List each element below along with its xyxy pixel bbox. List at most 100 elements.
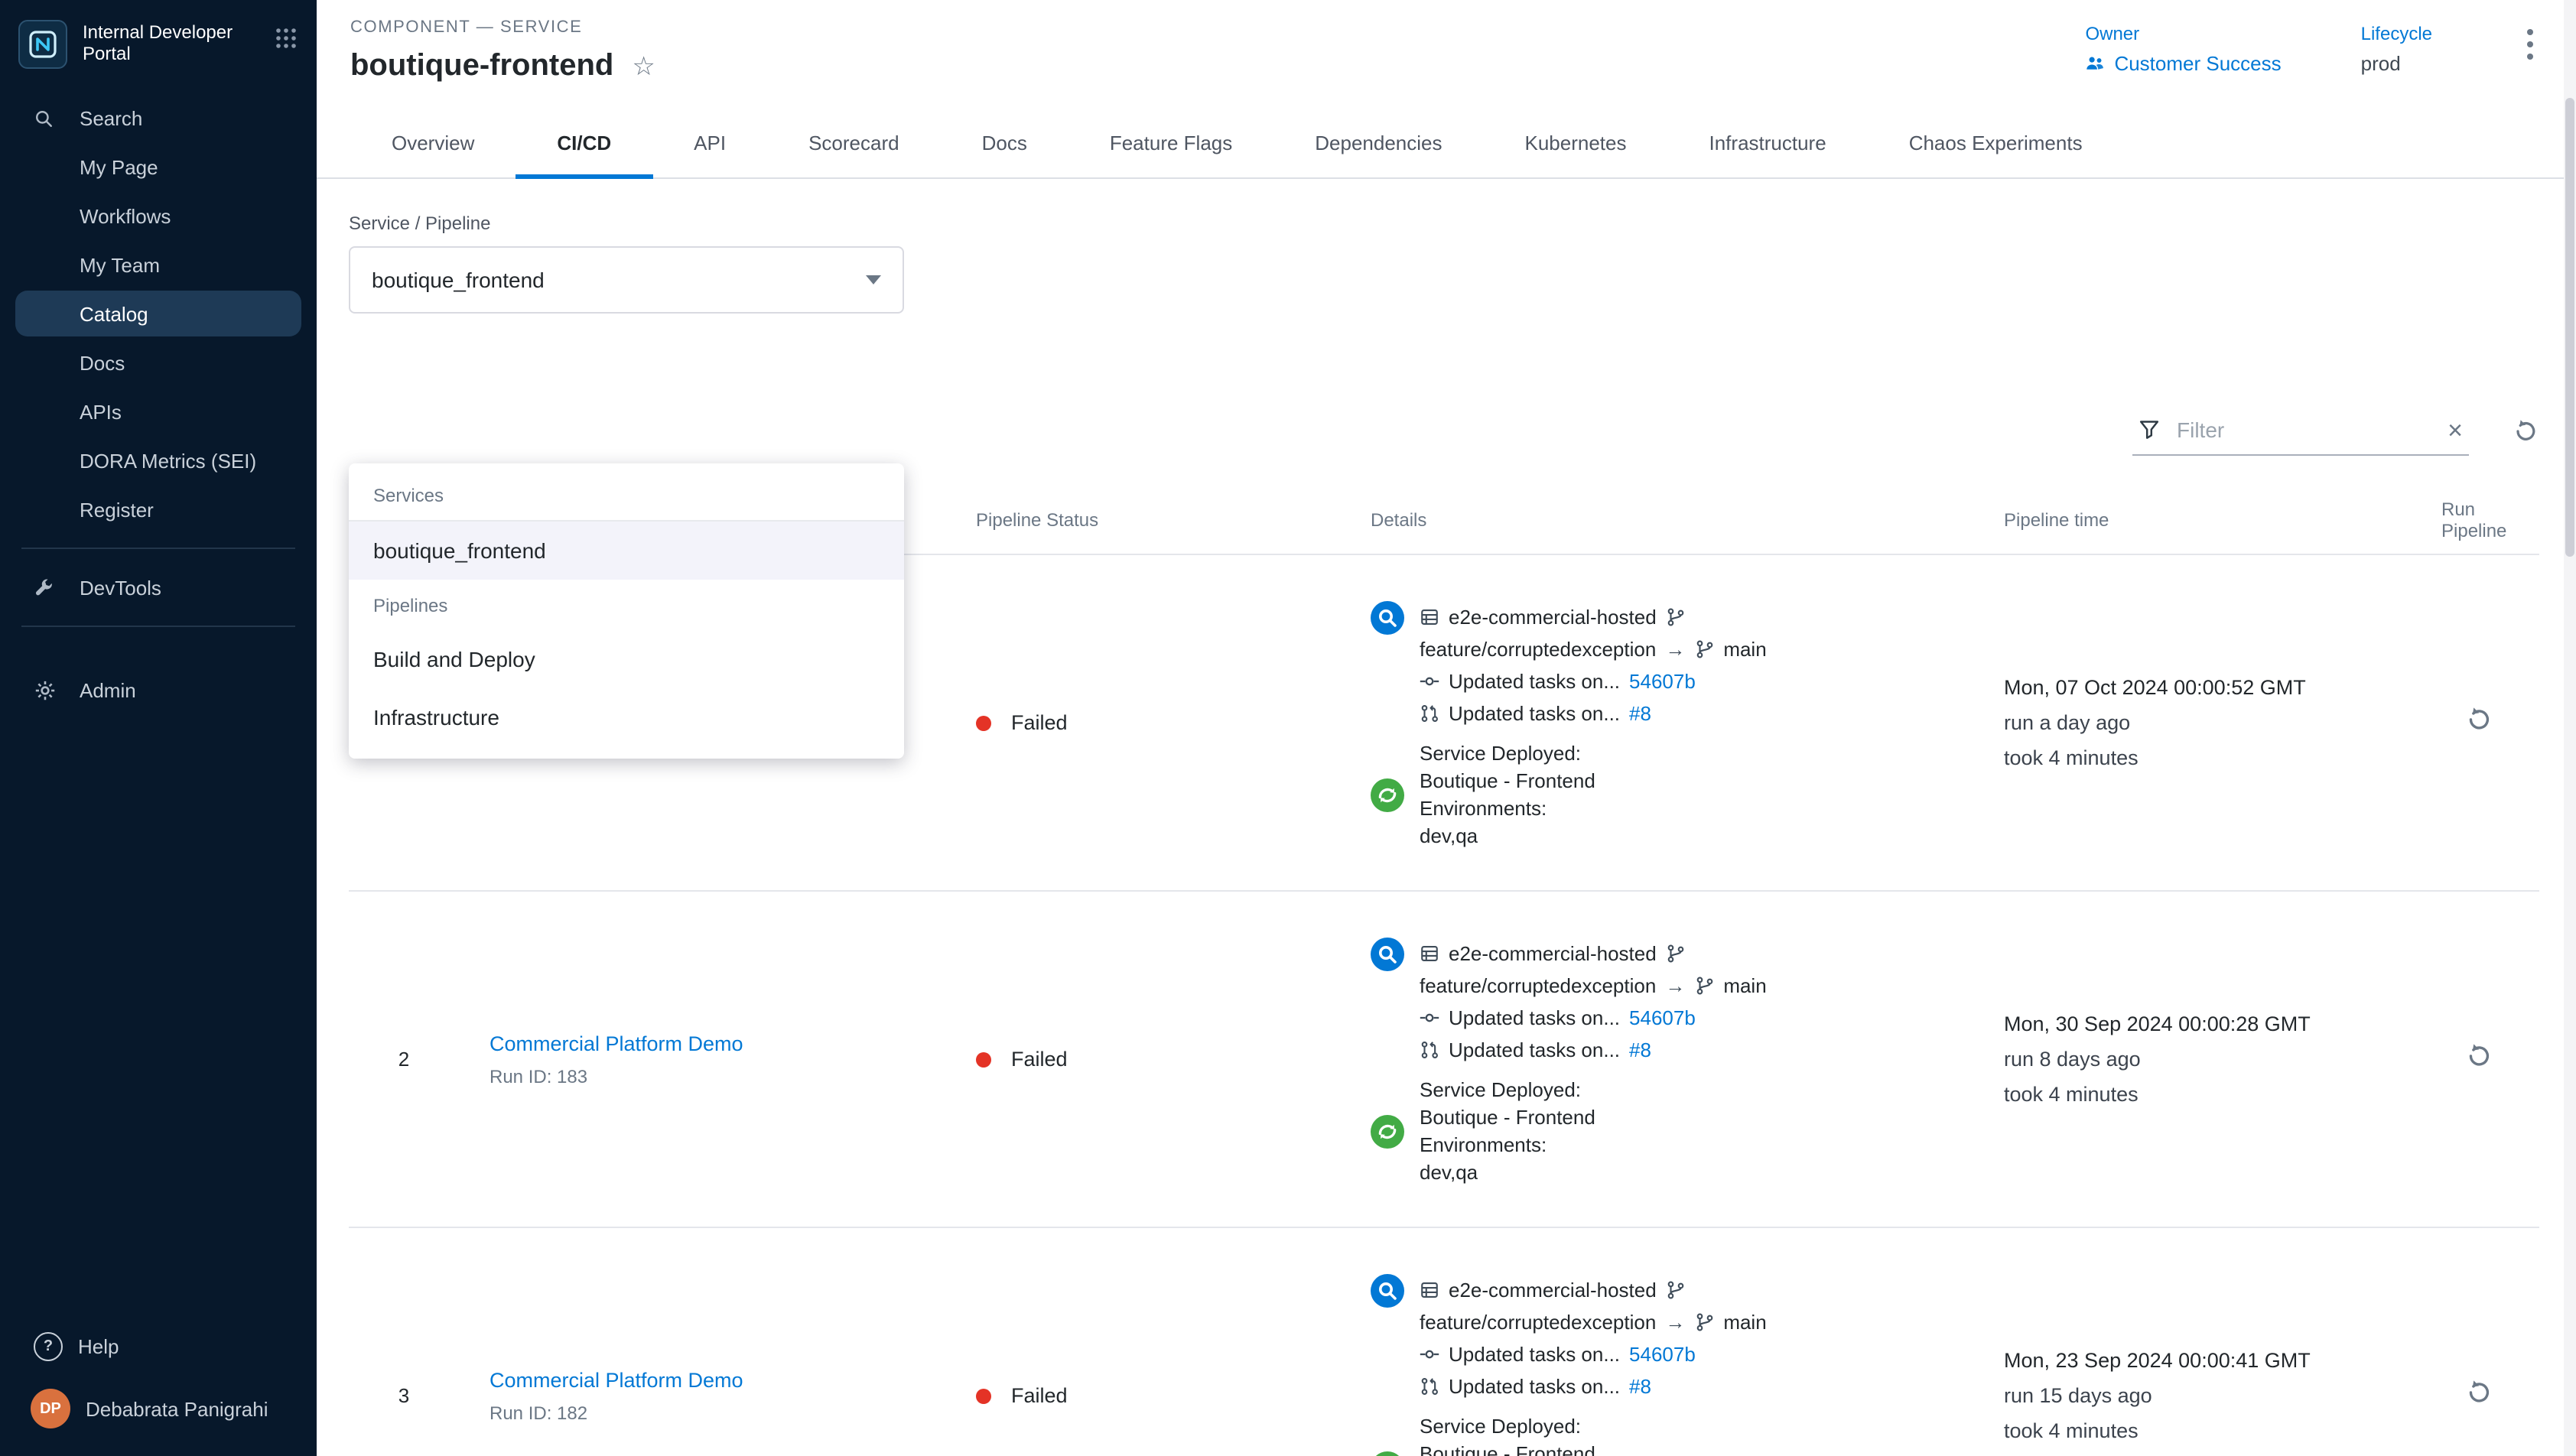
help-button[interactable]: ? Help xyxy=(0,1320,317,1373)
deploy-label: Service Deployed: xyxy=(1420,1413,1581,1441)
tab-docs[interactable]: Docs xyxy=(941,109,1068,177)
cd-stage-icon xyxy=(1371,1115,1404,1149)
sidebar-item-admin[interactable]: Admin xyxy=(0,665,317,714)
status-text: Failed xyxy=(1011,711,1068,734)
pr-number-link[interactable]: #8 xyxy=(1629,1370,1651,1402)
pr-message: Updated tasks on... xyxy=(1449,697,1620,730)
tab-chaos-experiments[interactable]: Chaos Experiments xyxy=(1868,109,2124,177)
ci-stage-icon xyxy=(1371,938,1404,971)
tab-api[interactable]: API xyxy=(652,109,767,177)
tab-kubernetes[interactable]: Kubernetes xyxy=(1484,109,1668,177)
sidebar-item-search[interactable]: Search xyxy=(0,93,317,142)
help-label: Help xyxy=(78,1335,119,1358)
pr-message: Updated tasks on... xyxy=(1449,1034,1620,1066)
user-name: Debabrata Panigrahi xyxy=(86,1397,268,1420)
sidebar-item-label: DORA Metrics (SEI) xyxy=(80,449,256,472)
favorite-star-icon[interactable]: ☆ xyxy=(632,54,655,80)
sidebar-item-devtools[interactable]: DevTools xyxy=(0,563,317,612)
app-window: Internal Developer Portal Search My Page… xyxy=(0,0,2576,1456)
commit-sha-link[interactable]: 54607b xyxy=(1629,1338,1696,1370)
tab-scorecard[interactable]: Scorecard xyxy=(767,109,941,177)
sidebar-item-my-page[interactable]: My Page xyxy=(0,142,317,191)
sidebar-item-register[interactable]: Register xyxy=(0,485,317,534)
tab-overview[interactable]: Overview xyxy=(350,109,516,177)
sidebar-footer: ? Help DP Debabrata Panigrahi xyxy=(0,1320,317,1456)
tab-dependencies[interactable]: Dependencies xyxy=(1273,109,1483,177)
dropdown-group-pipelines: Pipelines xyxy=(349,580,904,630)
status-text: Failed xyxy=(1011,1384,1068,1407)
sidebar-item-workflows[interactable]: Workflows xyxy=(0,191,317,240)
entity-header: COMPONENT — SERVICE boutique-frontend ☆ … xyxy=(317,0,2576,84)
sidebar-item-apis[interactable]: APIs xyxy=(0,387,317,436)
apps-grid-icon[interactable] xyxy=(274,20,298,58)
rerun-pipeline-icon[interactable] xyxy=(2464,1041,2493,1077)
vertical-scrollbar[interactable] xyxy=(2564,0,2576,1456)
cd-stage-icon xyxy=(1371,1451,1404,1456)
owner-value[interactable]: Customer Success xyxy=(2085,52,2281,75)
deploy-service: Boutique - Frontend xyxy=(1420,768,1595,795)
tab-feature-flags[interactable]: Feature Flags xyxy=(1068,109,1273,177)
sidebar-item-dora-metrics[interactable]: DORA Metrics (SEI) xyxy=(0,436,317,485)
deploy-service: Boutique - Frontend xyxy=(1420,1441,1595,1456)
cd-stage-icon xyxy=(1371,778,1404,812)
pipeline-name-link[interactable]: Commercial Platform Demo xyxy=(490,1369,743,1392)
run-index: 2 xyxy=(349,1048,459,1071)
filter-input[interactable] xyxy=(2174,416,2434,444)
branch-from: feature/corruptedexception xyxy=(1420,970,1656,1002)
ci-stage-icon xyxy=(1371,1274,1404,1308)
run-relative-time: run a day ago xyxy=(2004,705,2417,740)
sidebar-item-docs[interactable]: Docs xyxy=(0,338,317,387)
commit-sha-link[interactable]: 54607b xyxy=(1629,665,1696,697)
tab-cicd[interactable]: CI/CD xyxy=(516,109,652,177)
pr-number-link[interactable]: #8 xyxy=(1629,697,1651,730)
sidebar-item-catalog[interactable]: Catalog xyxy=(15,291,301,336)
sidebar-divider xyxy=(21,626,295,627)
lifecycle-label: Lifecycle xyxy=(2361,23,2432,44)
entity-kicker: COMPONENT — SERVICE xyxy=(350,18,655,37)
sidebar-header: Internal Developer Portal xyxy=(0,0,317,87)
table-toolbar: × xyxy=(349,405,2539,456)
repo-name: e2e-commercial-hosted xyxy=(1449,601,1657,633)
env-label: Environments: xyxy=(1420,795,1547,823)
app-title: Internal Developer Portal xyxy=(83,20,259,64)
column-header-status: Pipeline Status xyxy=(964,509,1358,531)
pipeline-select[interactable]: boutique_frontend xyxy=(349,246,904,314)
run-relative-time: run 15 days ago xyxy=(2004,1378,2417,1413)
commit-sha-link[interactable]: 54607b xyxy=(1629,1002,1696,1034)
pr-number-link[interactable]: #8 xyxy=(1629,1034,1651,1066)
tab-infrastructure[interactable]: Infrastructure xyxy=(1668,109,1868,177)
main-content: COMPONENT — SERVICE boutique-frontend ☆ … xyxy=(317,0,2576,1456)
repo-icon xyxy=(1420,1280,1439,1300)
refresh-icon[interactable] xyxy=(2512,417,2539,444)
user-menu[interactable]: DP Debabrata Panigrahi xyxy=(0,1373,317,1456)
dropdown-option-build-and-deploy[interactable]: Build and Deploy xyxy=(349,630,904,688)
column-header-details: Details xyxy=(1358,509,1989,531)
run-duration: took 4 minutes xyxy=(2004,740,2417,775)
rerun-pipeline-icon[interactable] xyxy=(2464,1377,2493,1414)
column-header-run: Run Pipeline xyxy=(2417,499,2527,541)
pipeline-name-link[interactable]: Commercial Platform Demo xyxy=(490,1032,743,1055)
clear-filter-icon[interactable]: × xyxy=(2448,417,2463,443)
wrench-icon xyxy=(34,577,80,597)
status-dot-failed xyxy=(976,715,991,730)
dropdown-option-boutique-frontend[interactable]: boutique_frontend xyxy=(349,522,904,580)
git-branch-icon xyxy=(1694,976,1714,996)
search-icon xyxy=(34,108,80,128)
repo-name: e2e-commercial-hosted xyxy=(1449,1274,1657,1306)
pull-request-icon xyxy=(1420,1040,1439,1060)
app-logo-icon[interactable] xyxy=(18,20,67,69)
more-options-icon[interactable] xyxy=(2521,23,2539,66)
pipeline-picker-label: Service / Pipeline xyxy=(349,213,2539,234)
pull-request-icon xyxy=(1420,1376,1439,1396)
deploy-label: Service Deployed: xyxy=(1420,740,1581,768)
status-dot-failed xyxy=(976,1051,991,1067)
repo-icon xyxy=(1420,944,1439,964)
rerun-pipeline-icon[interactable] xyxy=(2464,704,2493,741)
scrollbar-thumb[interactable] xyxy=(2565,98,2574,557)
dropdown-option-infrastructure[interactable]: Infrastructure xyxy=(349,688,904,746)
sidebar-item-my-team[interactable]: My Team xyxy=(0,240,317,289)
pipeline-dropdown: Services boutique_frontend Pipelines Bui… xyxy=(349,463,904,759)
repo-icon xyxy=(1420,607,1439,627)
git-branch-icon xyxy=(1694,1312,1714,1332)
run-id: Run ID: 182 xyxy=(490,1402,964,1424)
